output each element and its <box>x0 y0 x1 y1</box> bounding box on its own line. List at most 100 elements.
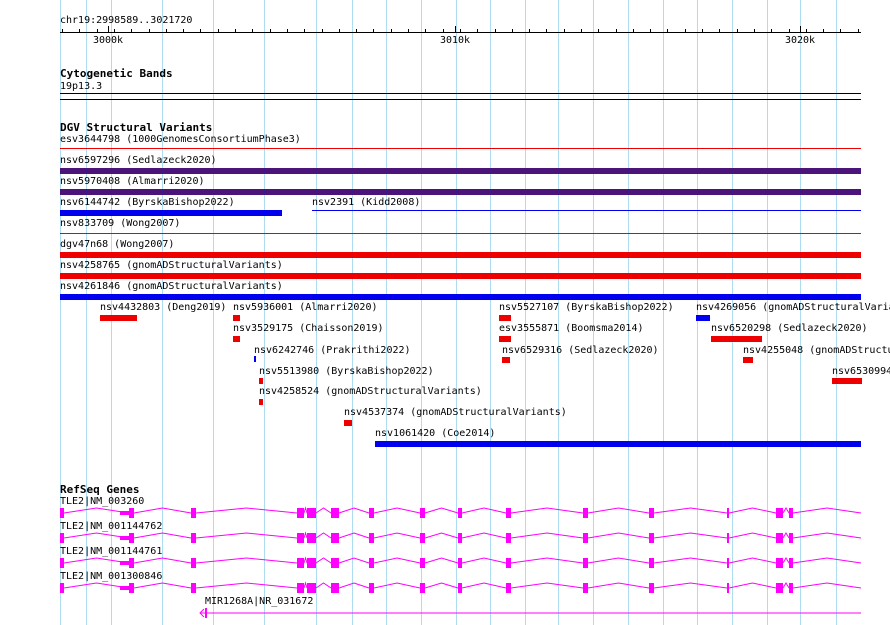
dgv-feature-label: nsv6530994 <box>832 366 890 377</box>
ruler-minor-tick <box>114 29 115 33</box>
exon-block <box>506 508 511 518</box>
dgv-feature-label: nsv4261846 (gnomADStructuralVariants) <box>60 281 283 292</box>
dgv-feature-label: nsv3529175 (Chaisson2019) <box>233 323 384 334</box>
dgv-feature-bar[interactable] <box>375 441 861 447</box>
dgv-feature-label: nsv5936001 (Almarri2020) <box>233 302 378 313</box>
dgv-feature-bar[interactable] <box>499 336 511 342</box>
exon-block <box>307 533 316 543</box>
cytoband-track-title[interactable]: Cytogenetic Bands <box>60 68 173 80</box>
ruler-tick-label-3010k: 3010k <box>439 35 471 46</box>
dgv-feature-bar[interactable] <box>259 378 263 384</box>
utr-block <box>120 536 129 540</box>
refseq-track-title[interactable]: RefSeq Genes <box>60 484 139 496</box>
exon-block <box>191 558 196 568</box>
dgv-feature-bar[interactable] <box>233 336 240 342</box>
exon-block <box>191 508 196 518</box>
transcript-glyph[interactable] <box>0 506 890 520</box>
exon-block <box>649 558 654 568</box>
exon-block <box>369 533 374 543</box>
ruler-minor-tick <box>806 29 807 33</box>
dgv-feature-bar[interactable] <box>254 356 256 362</box>
dgv-feature-label: nsv6520298 (Sedlazeck2020) <box>711 323 868 334</box>
dgv-feature-label: nsv6597296 (Sedlazeck2020) <box>60 155 217 166</box>
ruler-minor-tick <box>425 29 426 33</box>
exon-block <box>60 583 64 593</box>
dgv-feature-bar[interactable] <box>60 210 282 216</box>
ruler-minor-tick <box>460 29 461 33</box>
ruler-minor-tick <box>356 29 357 33</box>
ruler-minor-tick <box>287 29 288 33</box>
dgv-feature-bar[interactable] <box>832 378 862 384</box>
dgv-feature-bar[interactable] <box>60 273 861 279</box>
ruler-minor-tick <box>495 29 496 33</box>
exon-block <box>649 533 654 543</box>
transcript-glyph[interactable] <box>0 556 890 570</box>
dgv-feature-bar[interactable] <box>696 315 710 321</box>
dgv-feature-bar[interactable] <box>100 315 137 321</box>
exon-block <box>307 583 316 593</box>
ruler-minor-tick <box>702 29 703 33</box>
exon-block <box>727 508 729 518</box>
exon-block <box>458 533 462 543</box>
exon-block <box>506 583 511 593</box>
ruler-minor-tick <box>443 29 444 33</box>
cytoband-line-top[interactable] <box>60 93 861 94</box>
exon-block <box>420 558 425 568</box>
ruler-minor-tick <box>62 29 63 33</box>
ruler-minor-tick <box>477 29 478 33</box>
ruler-minor-tick <box>581 29 582 33</box>
dgv-feature-label: nsv4269056 (gnomADStructuralVaria <box>696 302 890 313</box>
intron-path <box>63 581 862 589</box>
ruler-minor-tick <box>685 29 686 33</box>
dgv-feature-label: esv3555871 (Boomsma2014) <box>499 323 644 334</box>
exon-block <box>583 558 588 568</box>
exon-block <box>297 558 304 568</box>
ruler-minor-tick <box>650 29 651 33</box>
transcript-glyph[interactable] <box>0 581 890 595</box>
dgv-feature-bar[interactable] <box>60 148 861 149</box>
dgv-feature-bar[interactable] <box>711 336 762 342</box>
ruler-minor-tick <box>858 29 859 33</box>
dgv-feature-bar[interactable] <box>60 189 861 195</box>
dgv-feature-bar[interactable] <box>233 315 240 321</box>
dgv-feature-bar[interactable] <box>499 315 511 321</box>
dgv-feature-bar[interactable] <box>502 357 510 363</box>
exon-block <box>727 583 729 593</box>
exon-block <box>297 508 304 518</box>
intron-path <box>63 506 862 514</box>
exon-block <box>129 508 134 518</box>
transcript-glyph[interactable] <box>0 531 890 545</box>
exon-block <box>776 533 783 543</box>
exon-block <box>789 558 793 568</box>
dgv-feature-label: nsv4537374 (gnomADStructuralVariants) <box>344 407 567 418</box>
transcript-glyph[interactable] <box>0 606 890 620</box>
ruler-minor-tick <box>408 29 409 33</box>
exon-block <box>129 533 134 543</box>
dgv-feature-label: nsv2391 (Kidd2008) <box>312 197 421 208</box>
exon-block <box>649 508 654 518</box>
dgv-feature-label: nsv6529316 (Sedlazeck2020) <box>502 345 659 356</box>
dgv-feature-bar[interactable] <box>259 399 263 405</box>
dgv-feature-bar[interactable] <box>60 252 861 258</box>
dgv-feature-bar[interactable] <box>60 233 861 234</box>
ruler-minor-tick <box>235 29 236 33</box>
dgv-feature-bar[interactable] <box>743 357 753 363</box>
dgv-feature-bar[interactable] <box>60 294 861 300</box>
ruler-minor-tick <box>304 29 305 33</box>
ruler-minor-tick <box>633 29 634 33</box>
exon-block <box>420 583 425 593</box>
exon-block <box>649 583 654 593</box>
dgv-feature-bar[interactable] <box>60 168 861 174</box>
dgv-track-title[interactable]: DGV Structural Variants <box>60 122 212 134</box>
dgv-feature-bar[interactable] <box>344 420 352 426</box>
dgv-feature-label: nsv1061420 (Coe2014) <box>375 428 496 439</box>
ruler-major-tick <box>108 26 109 33</box>
ruler-minor-tick <box>391 29 392 33</box>
ruler-minor-tick <box>200 29 201 33</box>
ruler-minor-tick <box>97 29 98 33</box>
dgv-feature-label: nsv4258765 (gnomADStructuralVariants) <box>60 260 283 271</box>
ruler-minor-tick <box>339 29 340 33</box>
dgv-feature-bar[interactable] <box>312 210 861 211</box>
exon-block <box>420 508 425 518</box>
exon-block <box>458 583 462 593</box>
